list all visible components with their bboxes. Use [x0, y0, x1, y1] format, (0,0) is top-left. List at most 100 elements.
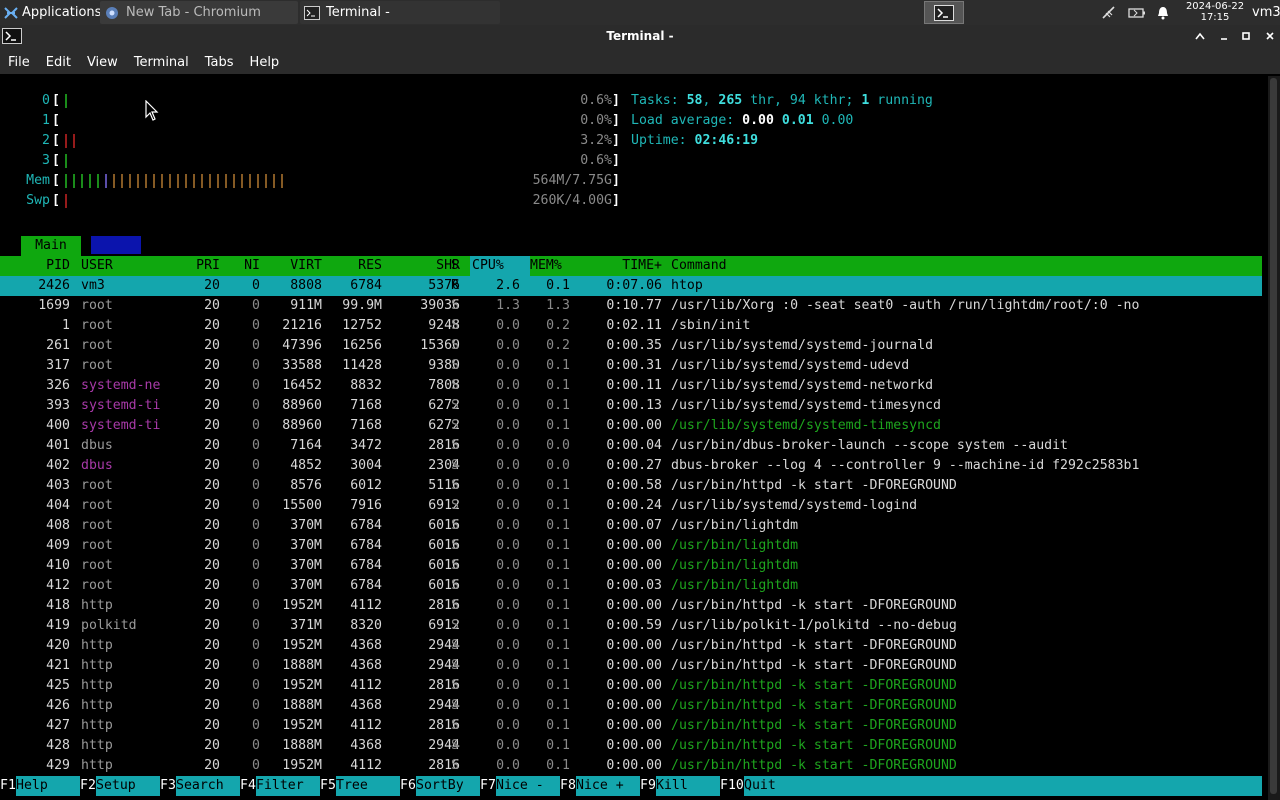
table-row[interactable]: 429 http 20 0 1952M 4112 2816 S 0.0 0.1 0:00.00/us…	[0, 756, 1262, 776]
cell-time: 0:00.35	[606, 338, 662, 353]
fkey-help-button[interactable]: Help	[16, 776, 80, 796]
user-menu[interactable]: vm3	[1252, 0, 1280, 25]
column-header-time[interactable]: TIME+	[580, 256, 662, 276]
table-row[interactable]: 410 root 20 0 370M 6784 6016 S 0.0 0.1 0:00.00/usr…	[0, 556, 1262, 576]
notification-bell-icon[interactable]	[1156, 5, 1170, 21]
cell-cpu: 0.0	[496, 398, 520, 413]
table-row[interactable]: 403 root 20 0 8576 6012 5116 S 0.0 0.1 0:00.58/usr…	[0, 476, 1262, 496]
fkey-quit-button[interactable]: Quit	[744, 776, 1262, 796]
table-row[interactable]: 420 http 20 0 1952M 4368 2944 S 0.0 0.1 0:00.00/us…	[0, 636, 1262, 656]
table-row[interactable]: 1 root 20 0 21216 12752 9248 S 0.0 0.2 0:02.11/sbi…	[0, 316, 1262, 336]
column-header-virt[interactable]: VIRT	[262, 256, 322, 276]
terminal-launcher-button[interactable]	[924, 1, 964, 24]
fkey-kill-button[interactable]: Kill	[656, 776, 720, 796]
fkey-setup-button[interactable]: Setup	[96, 776, 160, 796]
cell-cpu: 0.0	[496, 758, 520, 773]
window-minimize-icon[interactable]	[1216, 28, 1232, 44]
column-header-cmd[interactable]: Command	[671, 256, 1261, 276]
column-header-mem[interactable]: MEM%	[530, 256, 572, 276]
fkey-sortby-button[interactable]: SortBy	[416, 776, 480, 796]
column-header-ni[interactable]: NI	[230, 256, 260, 276]
column-header-user[interactable]: USER	[81, 256, 181, 276]
table-row[interactable]: 425 http 20 0 1952M 4112 2816 S 0.0 0.1 0:00.00/us…	[0, 676, 1262, 696]
fkey-number: F5	[320, 778, 336, 793]
menu-view[interactable]: View	[79, 55, 126, 70]
terminal-scrollbar[interactable]	[1268, 76, 1280, 800]
column-header-pri[interactable]: PRI	[180, 256, 220, 276]
cell-user: http	[81, 758, 113, 773]
cell-time: 0:00.11	[606, 378, 662, 393]
cell-pri: 20	[204, 418, 220, 433]
fkey-number: F7	[480, 778, 496, 793]
table-row[interactable]: 402 dbus 20 0 4852 3004 2304 S 0.0 0.0 0:00.27 dbus…	[0, 456, 1262, 476]
fkey-search-button[interactable]: Search	[176, 776, 240, 796]
cell-virt: 1952M	[282, 718, 322, 733]
tab-main[interactable]: Main	[21, 236, 81, 256]
cell-cmd: /usr/lib/systemd/systemd-networkd	[671, 378, 934, 393]
table-row[interactable]: 393 systemd-ti 20 0 88960 7168 6272 S 0.0 0.1 0:00…	[0, 396, 1262, 416]
table-row[interactable]: 412 root 20 0 370M 6784 6016 S 0.0 0.1 0:00.03/usr…	[0, 576, 1262, 596]
table-row[interactable]: 261 root 20 0 47396 16256 15360 S 0.0 0.2 0:00.35 /…	[0, 336, 1262, 356]
clock[interactable]: 2024-06-22 17:15	[1184, 0, 1246, 23]
meter-value: 0.0%	[580, 113, 612, 128]
cell-cmd: /usr/bin/dbus-broker-launch --scope syst…	[671, 438, 1068, 453]
cell-s: S	[451, 638, 459, 653]
cell-res: 12752	[342, 318, 382, 333]
cell-pri: 20	[204, 618, 220, 633]
table-row[interactable]: 409 root 20 0 370M 6784 6016 S 0.0 0.1 0:00.00/usr…	[0, 536, 1262, 556]
table-row[interactable]: 404 root 20 0 15500 7916 6912 S 0.0 0.1 0:00.24/us…	[0, 496, 1262, 516]
table-row[interactable]: 2426 vm3 20 0 8808 6784 5376 R 2.6 0.1 0:07.06 htop	[0, 276, 1262, 296]
table-row[interactable]: 427 http 20 0 1952M 4112 2816 S 0.0 0.1 0:00.00/us…	[0, 716, 1262, 736]
table-row[interactable]: 408 root 20 0 370M 6784 6016 S 0.0 0.1 0:00.07/usr…	[0, 516, 1262, 536]
table-row[interactable]: 1699 root 20 0 911M 99.9M 39036 S 1.3 1.3 0:10.77 /…	[0, 296, 1262, 316]
menu-edit[interactable]: Edit	[38, 55, 79, 70]
cell-cmd: /usr/bin/httpd -k start -DFOREGROUND	[671, 478, 957, 493]
scrollbar-thumb[interactable]	[1270, 78, 1277, 794]
cell-cmd: /usr/bin/lightdm	[671, 518, 799, 533]
column-header-cpu[interactable]: CPU%	[472, 256, 530, 276]
window-titlebar[interactable]: Terminal -	[0, 25, 1280, 50]
cell-ni: 0	[252, 378, 260, 393]
window-shade-icon[interactable]	[1192, 28, 1208, 44]
fkey-tree-button[interactable]: Tree	[336, 776, 400, 796]
terminal-area[interactable]: 0[0.6%] 1[0.0%] 2[3.2%] 3[0.6%] Mem[564M/7.7…	[0, 76, 1268, 800]
meter-value: 260K/4.00G	[532, 193, 612, 208]
menu-terminal[interactable]: Terminal	[126, 55, 197, 70]
battery-icon[interactable]	[1128, 6, 1146, 20]
cell-cmd: /usr/lib/systemd/systemd-timesyncd	[671, 398, 941, 413]
window-maximize-icon[interactable]	[1238, 28, 1254, 44]
menu-tabs[interactable]: Tabs	[197, 55, 242, 70]
table-row[interactable]: 421 http 20 0 1888M 4368 2944 S 0.0 0.1 0:00.00/us…	[0, 656, 1262, 676]
table-row[interactable]: 401 dbus 20 0 7164 3472 2816 S 0.0 0.0 0:00.04/usr…	[0, 436, 1262, 456]
cell-shr: 2944	[428, 638, 460, 653]
menu-help[interactable]: Help	[242, 55, 288, 70]
table-row[interactable]: 418 http 20 0 1952M 4112 2816 S 0.0 0.1 0:00.00/us…	[0, 596, 1262, 616]
fkey-nice-button[interactable]: Nice +	[576, 776, 640, 796]
applications-menu[interactable]: Applications	[0, 0, 101, 25]
table-row[interactable]: 400 systemd-ti 20 0 88960 7168 6272 S 0.0 0.1 0:00…	[0, 416, 1262, 436]
fkey-filter-button[interactable]: Filter	[256, 776, 320, 796]
cell-virt: 8576	[290, 478, 322, 493]
meter-bar-segment	[137, 174, 139, 188]
taskbar-chromium-label: New Tab - Chromium	[126, 5, 261, 20]
table-row[interactable]: 419 polkitd 20 0 371M 8320 6912 S 0.0 0.1 0:00.59 /…	[0, 616, 1262, 636]
table-row[interactable]: 428 http 20 0 1888M 4368 2944 S 0.0 0.1 0:00.00/us…	[0, 736, 1262, 756]
cell-time: 0:00.13	[606, 398, 662, 413]
table-row[interactable]: 426 http 20 0 1888M 4368 2944 S 0.0 0.1 0:00.00/us…	[0, 696, 1262, 716]
menu-file[interactable]: File	[0, 55, 38, 70]
column-header-pid[interactable]: PID	[0, 256, 70, 276]
tab-io[interactable]	[91, 236, 141, 254]
fkey-nice-button[interactable]: Nice -	[496, 776, 560, 796]
table-row[interactable]: 326 systemd-ne 20 0 16452 8832 7808 S 0.0 0.1 0:00…	[0, 376, 1262, 396]
network-disconnected-icon[interactable]	[1100, 5, 1118, 21]
taskbar-terminal[interactable]: Terminal -	[300, 1, 500, 24]
window-close-icon[interactable]	[1262, 28, 1278, 44]
column-header-shr[interactable]: SHR	[382, 256, 460, 276]
cell-res: 8832	[350, 378, 382, 393]
mouse-pointer-icon	[145, 100, 159, 121]
cell-user: http	[81, 598, 113, 613]
column-header-s[interactable]: S	[451, 256, 463, 276]
taskbar-chromium[interactable]: New Tab - Chromium	[100, 1, 298, 24]
column-header-res[interactable]: RES	[322, 256, 382, 276]
table-row[interactable]: 317 root 20 0 33588 11428 9380 S 0.0 0.1 0:00.31/u…	[0, 356, 1262, 376]
